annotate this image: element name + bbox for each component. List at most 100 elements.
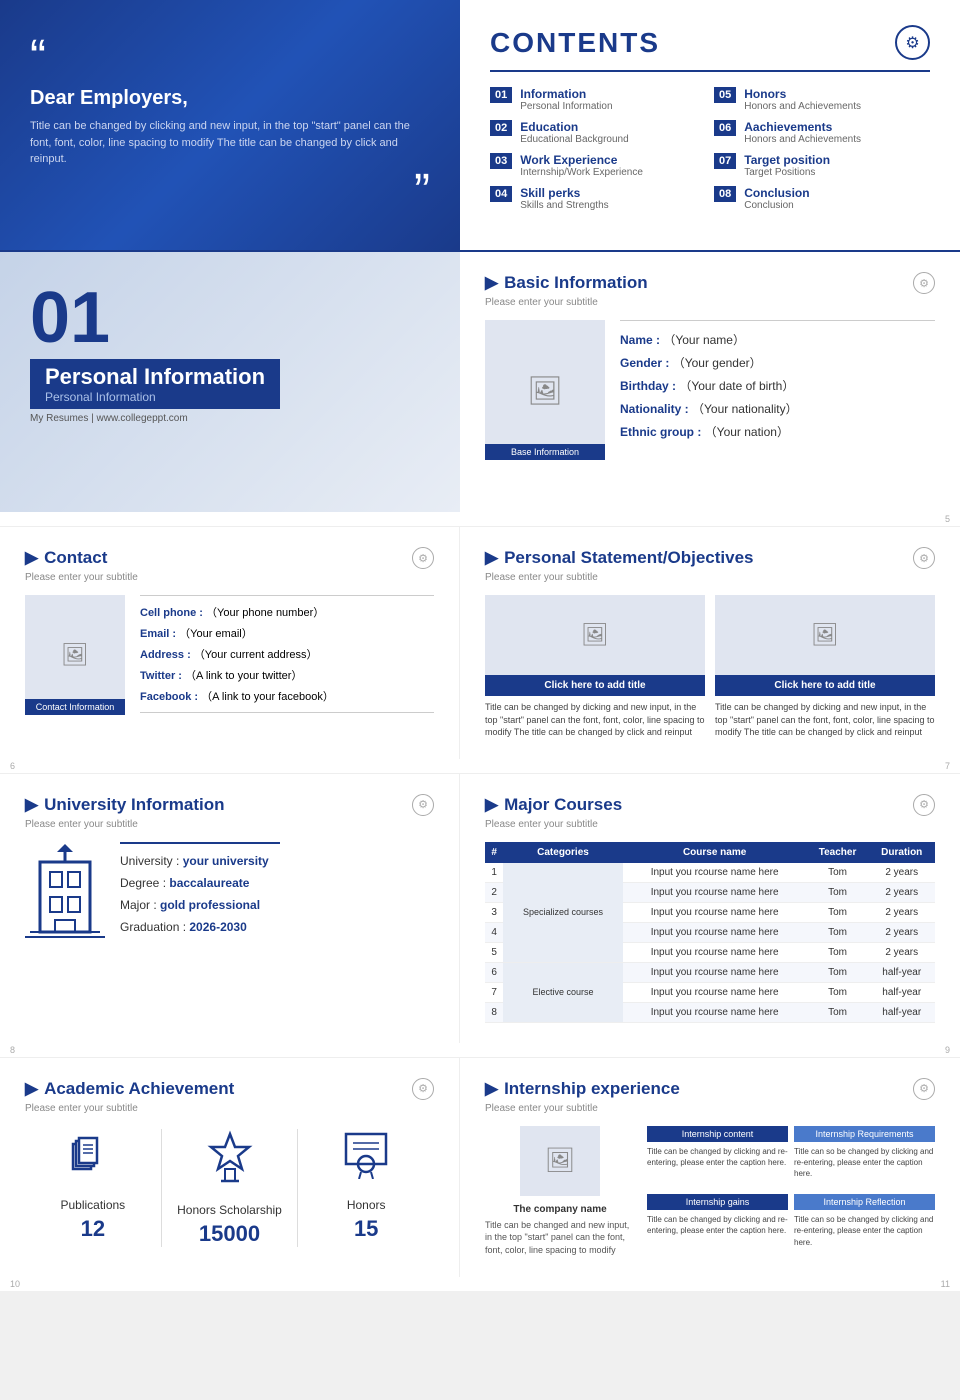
contact-bottom-divider xyxy=(140,712,434,713)
name-label: Name : xyxy=(620,333,660,347)
teacher: Tom xyxy=(807,942,869,962)
ps-inner: 🖼 Click here to add title Title can be c… xyxy=(485,595,935,739)
internship-section: ▶ Internship experience ⚙ Please enter y… xyxy=(460,1057,960,1277)
basic-info-panel: ▶ Basic Information ⚙ Please enter your … xyxy=(460,252,960,512)
major-field: Major : gold professional xyxy=(120,898,434,912)
contents-item-3: 03 Work Experience Internship/Work Exper… xyxy=(490,153,706,178)
duration: half-year xyxy=(868,1002,935,1022)
ps-header: ▶ Personal Statement/Objectives ⚙ xyxy=(485,547,935,569)
ps-card-body-2: Title can be changed by dicking and new … xyxy=(715,701,935,739)
graduation-label: Graduation : xyxy=(120,920,189,934)
section-number: 01 xyxy=(30,282,430,354)
honors-scholarship-label: Honors Scholarship xyxy=(172,1203,288,1217)
graduation-value: 2026-2030 xyxy=(189,920,246,934)
arrow-icon: ▶ xyxy=(485,273,498,293)
ps-photo-1: 🖼 xyxy=(485,595,705,675)
medal-icon xyxy=(172,1129,288,1195)
intern-card-reflection: Internship Reflection Title can so be ch… xyxy=(794,1194,935,1256)
course-name: Input you rcourse name here xyxy=(623,962,807,982)
cell-phone-value: （Your phone number） xyxy=(206,607,324,619)
internship-arrow-icon: ▶ xyxy=(485,1079,498,1099)
page-num-5: 5 xyxy=(945,514,950,524)
internship-left: 🖼 The company name Title can be changed … xyxy=(485,1126,635,1257)
publications-label: Publications xyxy=(35,1198,151,1212)
col-duration: Duration xyxy=(868,842,935,863)
contact-fields: Cell phone : （Your phone number） Email :… xyxy=(140,595,434,715)
academic-section: ▶ Academic Achievement ⚙ Please enter yo… xyxy=(0,1057,460,1277)
university-name-value: your university xyxy=(183,854,269,868)
univ-inner: University : your university Degree : ba… xyxy=(25,842,434,942)
academic-subtitle: Please enter your subtitle xyxy=(25,1103,434,1114)
certificate-icon xyxy=(308,1129,424,1190)
twitter-field: Twitter : （A link to your twitter） xyxy=(140,667,434,683)
personal-info-content: 01 Personal Information Personal Informa… xyxy=(0,252,460,439)
contents-item-4: 04 Skill perks Skills and Strengths xyxy=(490,186,706,211)
contents-num-2: 02 xyxy=(490,120,512,136)
intern-card-requirements-body: Title can so be changed by clicking and … xyxy=(794,1146,935,1180)
address-label: Address : xyxy=(140,649,191,661)
pi-sub: Personal Information xyxy=(45,390,265,404)
table-row: 1 Specialized courses Input you rcourse … xyxy=(485,863,935,883)
intern-card-reflection-body: Title can so be changed by clicking and … xyxy=(794,1214,935,1248)
contents-num-7: 07 xyxy=(714,153,736,169)
contents-item-5: 05 Honors Honors and Achievements xyxy=(714,87,930,112)
quote-open-icon: “ xyxy=(30,34,430,82)
publications-card: Publications 12 xyxy=(25,1129,161,1247)
row-num: 7 xyxy=(485,982,503,1002)
row-num: 1 xyxy=(485,863,503,883)
intern-card-gains: Internship gains Title can be changed by… xyxy=(647,1194,788,1256)
contents-num-8: 08 xyxy=(714,186,736,202)
birthday-value: （Your date of birth） xyxy=(679,379,794,393)
table-row: 6 Elective course Input you rcourse name… xyxy=(485,962,935,982)
major-value: gold professional xyxy=(160,898,260,912)
university-courses-row: ▶ University Information ⚙ Please enter … xyxy=(0,773,960,1043)
ethnic-label: Ethnic group : xyxy=(620,425,701,439)
teacher: Tom xyxy=(807,882,869,902)
dear-employers-title: Dear Employers, xyxy=(30,87,430,110)
page-num-9: 9 xyxy=(945,1045,950,1055)
publications-value: 12 xyxy=(35,1216,151,1242)
quote-box: “ Dear Employers, Title can be changed b… xyxy=(30,34,430,216)
page-num-7: 7 xyxy=(945,761,950,771)
teacher: Tom xyxy=(807,962,869,982)
teacher: Tom xyxy=(807,1002,869,1022)
basic-info-subtitle: Please enter your subtitle xyxy=(485,297,935,308)
course-name: Input you rcourse name here xyxy=(623,942,807,962)
academic-header: ▶ Academic Achievement ⚙ xyxy=(25,1078,434,1100)
page-num-8: 8 xyxy=(10,1045,15,1055)
gender-label: Gender : xyxy=(620,356,669,370)
contents-item-sub-8: Conclusion xyxy=(744,200,809,211)
intern-card-content-body: Title can be changed by clicking and re-… xyxy=(647,1146,788,1168)
contents-item-sub-3: Internship/Work Experience xyxy=(520,167,643,178)
contents-item-sub-6: Honors and Achievements xyxy=(744,134,861,145)
honors-card: Honors 15 xyxy=(298,1129,434,1247)
contents-item-sub-4: Skills and Strengths xyxy=(520,200,608,211)
facebook-field: Facebook : （A link to your facebook） xyxy=(140,688,434,704)
course-name: Input you rcourse name here xyxy=(623,863,807,883)
twitter-value: （A link to your twitter） xyxy=(185,670,302,682)
university-name-label: University : xyxy=(120,854,183,868)
contents-item-title-3: Work Experience xyxy=(520,153,643,167)
row-num: 6 xyxy=(485,962,503,982)
major-label: Major : xyxy=(120,898,160,912)
teacher: Tom xyxy=(807,982,869,1002)
internship-title: ▶ Internship experience xyxy=(485,1079,680,1099)
ps-card-label-1[interactable]: Click here to add title xyxy=(485,675,705,696)
contents-grid: 01 Information Personal Information 05 H… xyxy=(490,87,930,211)
univ-gear-icon: ⚙ xyxy=(412,794,434,816)
ps-card-label-2[interactable]: Click here to add title xyxy=(715,675,935,696)
teacher: Tom xyxy=(807,922,869,942)
contents-item-title-7: Target position xyxy=(744,153,830,167)
contents-num-1: 01 xyxy=(490,87,512,103)
contact-arrow-icon: ▶ xyxy=(25,548,38,568)
duration: 2 years xyxy=(868,863,935,883)
duration: 2 years xyxy=(868,942,935,962)
nationality-label: Nationality : xyxy=(620,402,689,416)
facebook-label: Facebook : xyxy=(140,691,198,703)
dear-employers-body: Title can be changed by clicking and new… xyxy=(30,118,430,168)
cell-phone-field: Cell phone : （Your phone number） xyxy=(140,604,434,620)
gender-field: Gender : （Your gender） xyxy=(620,354,935,371)
basic-info-title: ▶ Basic Information xyxy=(485,273,648,293)
contents-item-8: 08 Conclusion Conclusion xyxy=(714,186,930,211)
contents-item-title-5: Honors xyxy=(744,87,861,101)
